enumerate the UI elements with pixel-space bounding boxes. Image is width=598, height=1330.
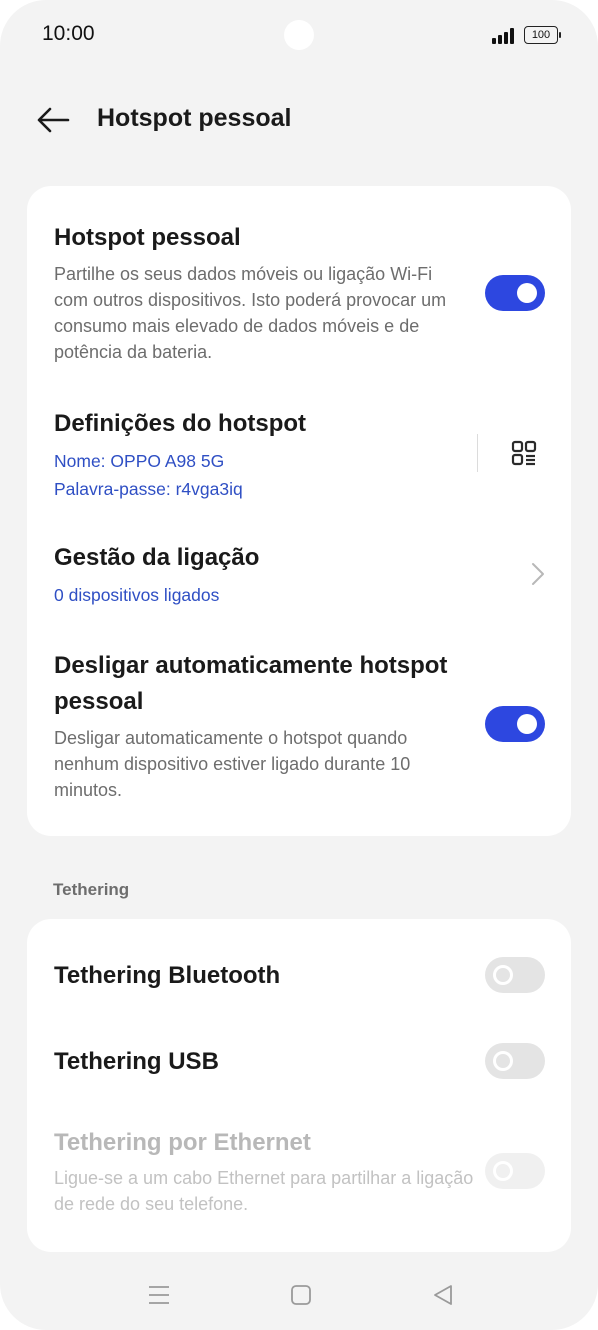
bluetooth-tethering-row[interactable]: Tethering Bluetooth <box>27 939 571 1011</box>
battery-icon: 100 <box>524 26 561 44</box>
chevron-right-icon <box>527 560 547 588</box>
ethernet-tethering-toggle <box>485 1153 545 1189</box>
hotspot-toggle-row[interactable]: Hotspot pessoal Partilhe os seus dados m… <box>27 186 571 376</box>
connection-management-row[interactable]: Gestão da ligação 0 dispositivos ligados <box>27 536 571 626</box>
status-time: 10:00 <box>42 22 95 45</box>
hotspot-description: Partilhe os seus dados móveis ou ligação… <box>54 264 447 362</box>
usb-tethering-toggle[interactable] <box>485 1043 545 1079</box>
menu-icon[interactable] <box>146 1282 172 1308</box>
auto-off-row[interactable]: Desligar automaticamente hotspot pessoal… <box>27 646 571 836</box>
bluetooth-tethering-title: Tethering Bluetooth <box>54 962 281 989</box>
back-triangle-icon[interactable] <box>430 1282 456 1308</box>
back-button[interactable] <box>34 102 74 138</box>
ethernet-tethering-row: Tethering por Ethernet Ligue-se a um cab… <box>27 1115 571 1235</box>
navigation-bar <box>0 1262 598 1326</box>
signal-icon <box>492 28 518 44</box>
hotspot-config-title: Definições do hotspot <box>54 410 306 437</box>
usb-tethering-row[interactable]: Tethering USB <box>27 1025 571 1097</box>
front-camera <box>284 20 314 50</box>
home-icon[interactable] <box>288 1282 314 1308</box>
auto-off-description: Desligar automaticamente o hotspot quand… <box>54 728 411 800</box>
qr-code-icon[interactable] <box>511 440 537 466</box>
status-bar: 10:00 100 <box>0 0 598 70</box>
tethering-card: Tethering Bluetooth Tethering USB Tether… <box>27 919 571 1252</box>
hotspot-toggle[interactable] <box>485 275 545 311</box>
hotspot-settings-card: Hotspot pessoal Partilhe os seus dados m… <box>27 186 571 836</box>
toggle-knob <box>493 1051 513 1071</box>
toggle-knob <box>517 283 537 303</box>
ethernet-tethering-title: Tethering por Ethernet <box>54 1129 311 1156</box>
hotspot-name: Nome: OPPO A98 5G <box>54 451 225 471</box>
toggle-knob <box>493 965 513 985</box>
bluetooth-tethering-toggle[interactable] <box>485 957 545 993</box>
page-title: Hotspot pessoal <box>97 104 292 132</box>
connection-management-title: Gestão da ligação <box>54 544 260 571</box>
app-header: Hotspot pessoal <box>0 90 598 150</box>
connected-devices-count: 0 dispositivos ligados <box>54 585 220 605</box>
hotspot-password: Palavra-passe: r4vga3iq <box>54 479 243 499</box>
ethernet-tethering-description: Ligue-se a um cabo Ethernet para partilh… <box>54 1168 474 1214</box>
usb-tethering-title: Tethering USB <box>54 1048 219 1075</box>
phone-screen: 10:00 100 Hotspot pessoal Hotspot pessoa… <box>0 0 598 1330</box>
hotspot-config-row[interactable]: Definições do hotspot Nome: OPPO A98 5G … <box>27 396 571 506</box>
auto-off-title: Desligar automaticamente hotspot pessoal <box>54 652 448 715</box>
toggle-knob <box>493 1161 513 1181</box>
tethering-section-label: Tethering <box>53 880 130 899</box>
toggle-knob <box>517 714 537 734</box>
arrow-left-icon <box>37 107 70 133</box>
hotspot-title: Hotspot pessoal <box>54 224 241 251</box>
auto-off-toggle[interactable] <box>485 706 545 742</box>
vertical-divider <box>477 434 478 472</box>
